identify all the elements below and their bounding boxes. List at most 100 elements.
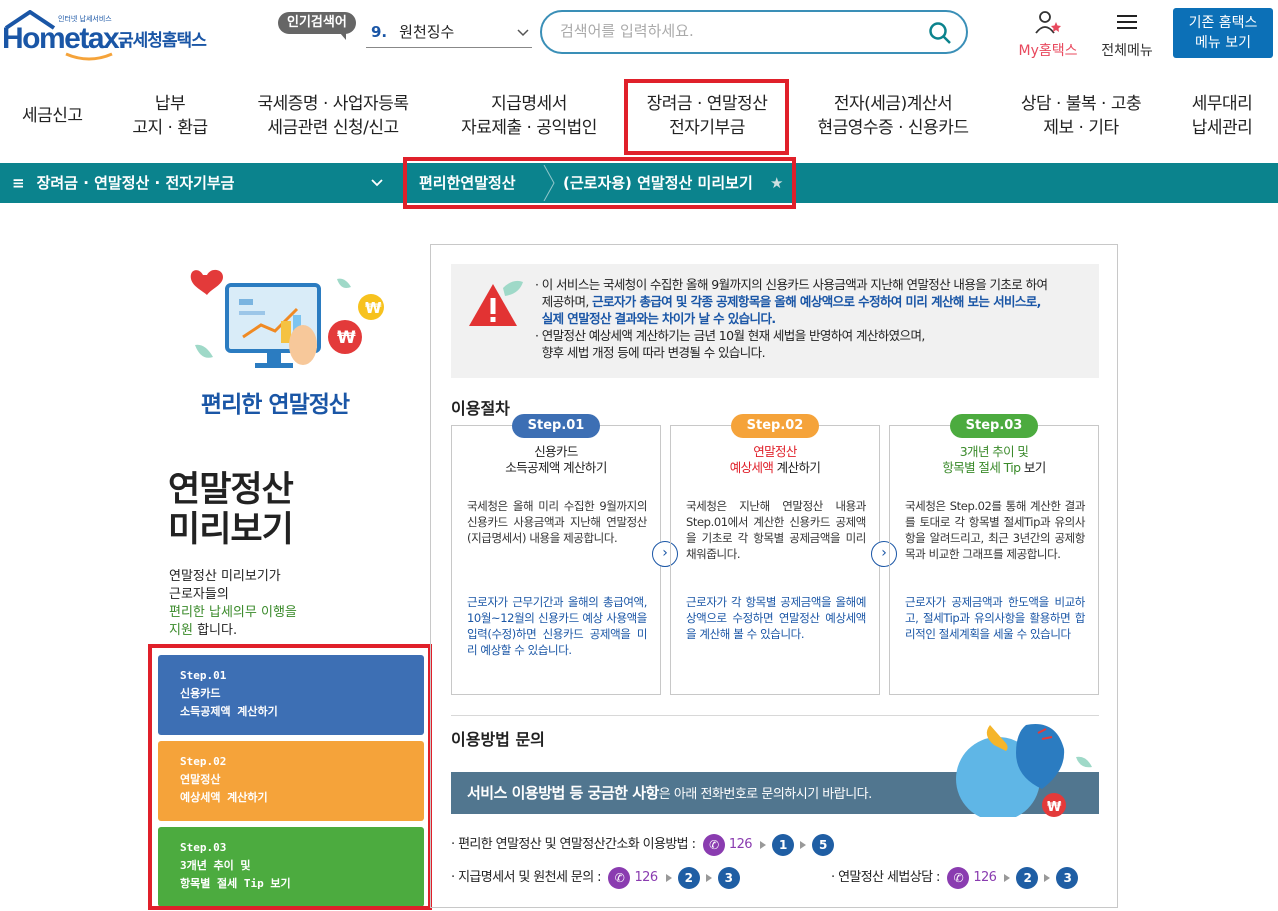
page-description: 연말정산 미리보기가 근로자들의 편리한 납세의무 이행을 지원 합니다. <box>169 568 297 640</box>
step-card-2: Step.02 연말정산 예상세액 계산하기 국세청은 지난해 연말정산 내용과… <box>670 414 880 695</box>
my-hometax-button[interactable]: My홈택스 <box>1010 10 1086 60</box>
step-pill: Step.01 <box>512 414 600 438</box>
nav-item-payment-statement[interactable]: 지급명세서 자료제출 · 공익법인 <box>456 92 602 140</box>
svg-text:₩: ₩ <box>1047 800 1062 815</box>
breadcrumb-menu-label: 장려금 · 연말정산 · 전자기부금 <box>36 174 235 192</box>
card-head-line2: 소득공제액 계산하기 <box>505 460 607 475</box>
popular-rank: 9. <box>371 23 388 41</box>
nav-item-consulting[interactable]: 상담 · 불복 · 고충제보 · 기타 <box>1014 92 1148 140</box>
procedure-title: 이용절차 <box>451 399 510 418</box>
nav-item-label: 상담 · 불복 · 고충 <box>1020 94 1142 114</box>
desc-line3: 편리한 납세의무 이행을 <box>169 605 297 620</box>
page-title: 연말정산 미리보기 <box>168 470 294 550</box>
hometax-logo[interactable]: 인터넷 납세서비스 Hometax. 국세청홈택스 <box>0 8 230 61</box>
arrow-icon <box>705 873 712 882</box>
nav-item-label: 세금신고 <box>22 106 83 126</box>
search-icon[interactable] <box>928 21 952 45</box>
contact-banner-bold: 서비스 이용방법 등 궁금한 사항 <box>467 784 659 802</box>
popular-term: 원천징수 <box>399 23 455 41</box>
user-star-icon <box>1035 11 1061 34</box>
arrow-icon <box>759 840 766 849</box>
svg-text:₩: ₩ <box>365 299 382 317</box>
menu-number: 2 <box>677 866 700 889</box>
chevron-down-icon <box>517 29 529 37</box>
phone-icon: ✆ <box>947 866 970 889</box>
step-pill: Step.02 <box>731 414 819 438</box>
nav-item-payment[interactable]: 납부고지 · 환급 <box>130 92 210 140</box>
phone-icon: ✆ <box>608 866 631 889</box>
contact-row-3: · 연말정산 세법상담 : ✆ 126 2 3 <box>831 866 1082 889</box>
nav-item-sublabel: 납세관리 <box>1191 118 1253 138</box>
desc-line5: 합니다. <box>197 623 238 638</box>
notice-text: · 이 서비스는 국세청이 수집한 올해 9월까지의 신용카드 사용금액과 지난… <box>535 276 1095 361</box>
illustration-title: 편리한 연말정산 <box>200 392 350 418</box>
card-head-line2b: 계산하기 <box>773 460 821 475</box>
my-hometax-label: My홈택스 <box>1018 43 1078 59</box>
card-note: 근로자가 각 항목별 공제금액을 올해예상액으로 수정하면 연말정산 예상세액을… <box>686 595 866 641</box>
hamburger-icon <box>1117 15 1137 29</box>
breadcrumb-menu-button[interactable]: ≡ 장려금 · 연말정산 · 전자기부금 <box>12 163 234 203</box>
all-menu-label: 전체메뉴 <box>1101 43 1153 59</box>
search-input[interactable] <box>560 22 910 40</box>
logo-wordmark: Hometax. <box>2 22 127 55</box>
svg-text:₩: ₩ <box>337 328 356 348</box>
desc-line1: 연말정산 미리보기가 <box>169 569 281 584</box>
desc-line2: 근로자들의 <box>169 587 229 602</box>
contact-banner-text: 은 아래 전화번호로 문의하시기 바랍니다. <box>658 787 872 802</box>
all-menu-button[interactable]: 전체메뉴 <box>1094 10 1160 60</box>
nav-item-sublabel: 자료제출 · 공익법인 <box>461 118 597 138</box>
card-body: 국세청은 지난해 연말정산 내용과 Step.01에서 계산한 신용카드 공제액… <box>686 499 866 561</box>
yearend-illustration: ₩ ₩ <box>190 269 384 368</box>
contact-row-1: · 편리한 연말정산 및 연말정산간소화 이용방법 : ✆ 126 1 5 <box>451 833 838 856</box>
card-body: 국세청은 올해 미리 수집한 9월까지의 신용카드 사용금액과 지난해 연말정산… <box>467 499 647 545</box>
notice-p1b: 제공하며, <box>541 294 590 309</box>
popular-search-select[interactable]: 9. 원천징수 <box>366 18 532 48</box>
nav-item-tax-return[interactable]: 세금신고 <box>22 104 83 128</box>
search-box <box>540 10 968 54</box>
nav-item-sublabel: 제보 · 기타 <box>1043 118 1119 138</box>
logo-korean: 국세청홈택스 <box>118 31 207 51</box>
nav-item-label: 국세증명 · 사업자등록 <box>257 94 409 114</box>
nav-item-tax-agent[interactable]: 세무대리납세관리 <box>1186 92 1258 140</box>
notice-p2a: · 연말정산 예상세액 계산하기는 금년 10월 현재 세법을 반영하여 계산하… <box>535 328 925 343</box>
step-pill: Step.03 <box>950 414 1038 438</box>
menu-number: 2 <box>1016 866 1039 889</box>
highlight-box-breadcrumb <box>403 157 796 209</box>
nav-item-sublabel: 세금관련 신청/신고 <box>267 118 399 138</box>
menu-number: 5 <box>811 833 834 856</box>
old-hometax-label-2: 메뉴 보기 <box>1195 35 1251 51</box>
notice-p2b: 향후 세법 개정 등에 따라 변경될 수 있습니다. <box>541 345 766 360</box>
notice-box: · 이 서비스는 국세청이 수집한 올해 9월까지의 신용카드 사용금액과 지난… <box>451 264 1099 378</box>
old-hometax-menu-button[interactable]: 기존 홈택스 메뉴 보기 <box>1173 8 1273 58</box>
card-head-line1: 신용카드 <box>534 444 578 459</box>
card-heading: 연말정산 예상세액 계산하기 <box>671 444 879 476</box>
desc-line4: 지원 <box>169 623 193 638</box>
swoosh-icon <box>65 52 113 61</box>
phone-number: 126 <box>634 870 658 885</box>
notice-p1d: 실제 연말정산 결과와는 차이가 날 수 있습니다. <box>541 311 776 326</box>
nav-item-certificate[interactable]: 국세증명 · 사업자등록세금관련 신청/신고 <box>252 92 414 140</box>
highlight-box-nav <box>624 79 789 155</box>
step-card-1: Step.01 신용카드 소득공제액 계산하기 국세청은 올해 미리 수집한 9… <box>451 414 661 695</box>
card-note: 근로자가 공제금액과 한도액을 비교하고, 절세Tip과 유의사항을 활용하면 … <box>905 595 1085 641</box>
card-head-line1: 연말정산 <box>753 444 797 459</box>
step-card-3: Step.03 3개년 추이 및 항목별 절세 Tip 보기 국세청은 Step… <box>889 414 1099 695</box>
contact-row-label: · 편리한 연말정산 및 연말정산간소화 이용방법 : <box>451 837 696 852</box>
contact-row-label: · 지급명세서 및 원천세 문의 : <box>451 870 602 885</box>
nav-item-e-invoice[interactable]: 전자(세금)계산서 현금영수증 · 신용카드 <box>810 92 976 140</box>
card-head-line2a: 항목별 절세 Tip <box>942 460 1021 475</box>
nav-item-label: 세무대리 <box>1191 94 1253 114</box>
notice-p1a: · 이 서비스는 국세청이 수집한 올해 9월까지의 신용카드 사용금액과 지난… <box>535 277 1048 292</box>
contact-row-label: · 연말정산 세법상담 : <box>831 870 940 885</box>
menu-number: 1 <box>771 833 794 856</box>
highlight-box-steps <box>148 644 432 910</box>
nav-item-sublabel: 고지 · 환급 <box>132 118 208 138</box>
arrow-icon <box>799 840 806 849</box>
page-title-line2: 미리보기 <box>168 510 294 550</box>
page-title-line1: 연말정산 <box>168 470 294 510</box>
notice-p1c: 근로자가 총급여 및 각종 공제항목을 올해 예상액으로 수정하여 미리 계산해… <box>592 294 1041 309</box>
nav-item-label: 납부 <box>154 94 186 114</box>
contact-row-2: · 지급명세서 및 원천세 문의 : ✆ 126 2 3 <box>451 866 744 889</box>
menu-number: 3 <box>717 866 740 889</box>
card-head-line2a: 예상세액 <box>729 460 774 475</box>
